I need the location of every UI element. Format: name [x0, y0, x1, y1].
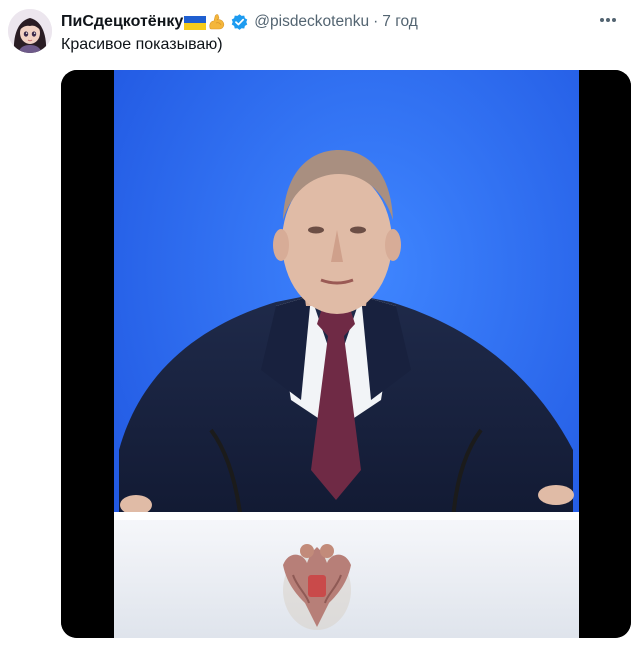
video-thumbnail — [61, 70, 631, 638]
timestamp[interactable]: 7 год — [382, 13, 418, 31]
tweet-text: Красивое показываю) — [61, 36, 223, 53]
more-options-button[interactable] — [597, 10, 619, 30]
ukraine-flag-icon — [184, 16, 207, 30]
more-options-icon — [600, 18, 616, 22]
tweet-media-video[interactable] — [61, 70, 631, 638]
separator-dot: · — [373, 13, 379, 30]
verified-badge-icon — [230, 13, 249, 32]
tweet-header: ПиСдецкотёнку @pisdeckotenku · 7 год — [61, 11, 418, 33]
display-name[interactable]: ПиСдецкотёнку — [61, 13, 183, 31]
flexed-biceps-icon — [207, 12, 227, 32]
user-handle[interactable]: @pisdeckotenku — [254, 13, 369, 31]
tweet-card[interactable]: ПиСдецкотёнку @pisdeckotenku · 7 год Кра… — [0, 0, 633, 648]
avatar[interactable] — [8, 9, 52, 53]
avatar-image — [8, 9, 52, 53]
